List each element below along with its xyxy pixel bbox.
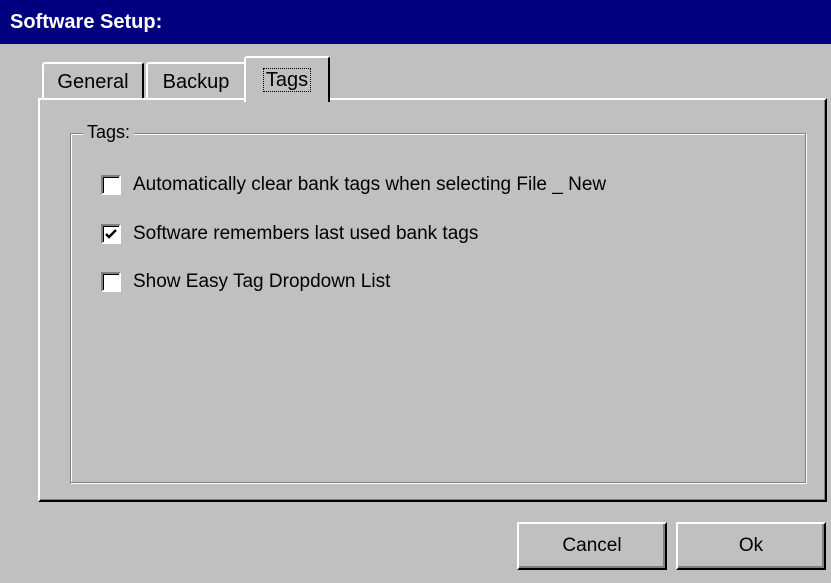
tab-tags[interactable]: Tags: [244, 56, 330, 102]
auto-clear-tags-checkbox[interactable]: [101, 175, 121, 195]
tab-backup[interactable]: Backup: [146, 62, 246, 100]
tab-tags-label: Tags: [262, 68, 312, 92]
easy-tag-dropdown-label: Show Easy Tag Dropdown List: [133, 271, 391, 292]
tab-general[interactable]: General: [42, 62, 144, 100]
remember-tags-option[interactable]: Software remembers last used bank tags: [101, 221, 478, 247]
remember-tags-label: Software remembers last used bank tags: [133, 223, 479, 244]
tags-group-legend: Tags:: [83, 120, 135, 144]
checkmark-icon: [105, 229, 117, 239]
tab-backup-label: Backup: [162, 71, 230, 93]
ok-button[interactable]: Ok: [676, 522, 826, 570]
tags-tab-panel: Tags: Automatically clear bank tags when…: [38, 98, 827, 502]
software-setup-window: Software Setup: General Backup Tags Tags…: [0, 0, 831, 583]
easy-tag-dropdown-option[interactable]: Show Easy Tag Dropdown List: [101, 269, 390, 295]
tab-general-label: General: [57, 71, 129, 93]
auto-clear-tags-option[interactable]: Automatically clear bank tags when selec…: [101, 172, 606, 198]
window-title: Software Setup:: [0, 0, 831, 44]
cancel-button[interactable]: Cancel: [517, 522, 667, 570]
auto-clear-tags-label: Automatically clear bank tags when selec…: [133, 174, 607, 195]
easy-tag-dropdown-checkbox[interactable]: [101, 272, 121, 292]
remember-tags-checkbox[interactable]: [101, 224, 121, 244]
tags-groupbox: Tags: Automatically clear bank tags when…: [70, 120, 806, 483]
